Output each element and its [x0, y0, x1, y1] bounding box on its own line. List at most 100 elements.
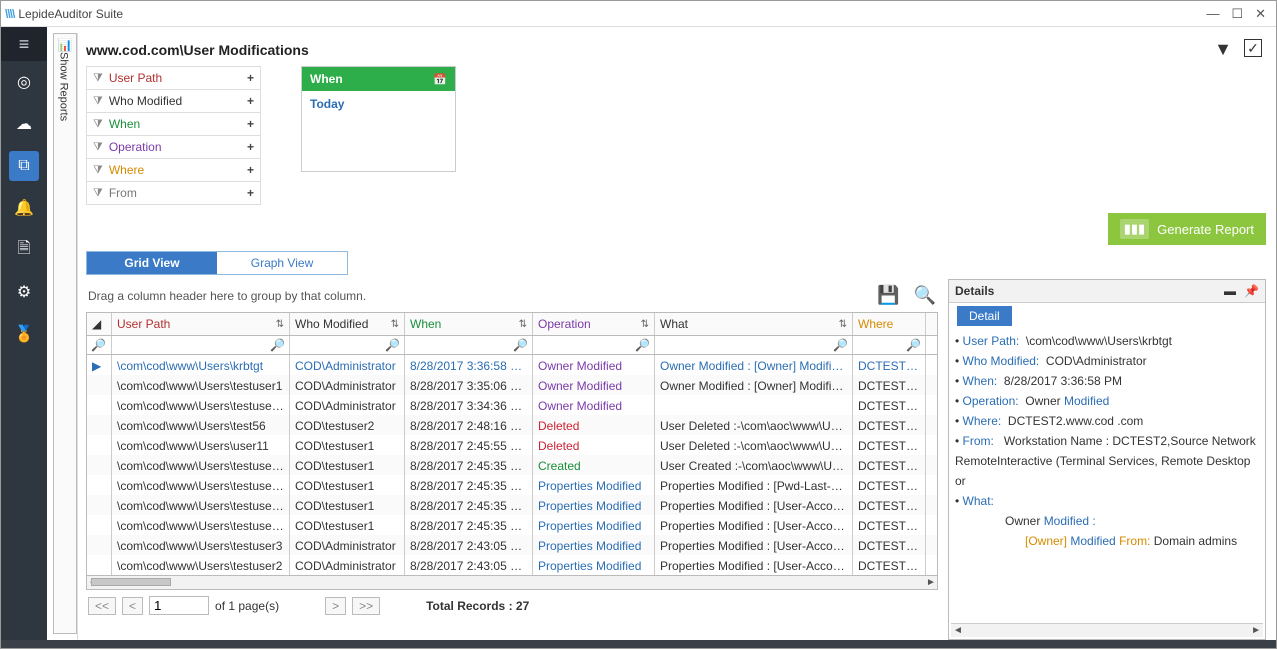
search-cell[interactable]: 🔎	[853, 336, 926, 354]
filter-where[interactable]: ⧩Where+	[86, 159, 261, 182]
rail-cloud-icon[interactable]: ☁	[9, 109, 39, 139]
filter-icon[interactable]: ▼	[1214, 39, 1232, 60]
col-operation[interactable]: Operation⇅	[533, 313, 655, 335]
tab-graph-view[interactable]: Graph View	[217, 252, 347, 274]
table-row[interactable]: \com\cod\www\Users\testuser11COD\Adminis…	[87, 395, 937, 415]
filter-when[interactable]: ⧩When+	[86, 113, 261, 136]
calendar-icon[interactable]: 📅	[433, 73, 447, 86]
search-icon: 🔎	[513, 338, 528, 352]
search-cell[interactable]: 🔎	[290, 336, 405, 354]
add-filter-icon[interactable]: +	[247, 71, 254, 85]
col-where[interactable]: Where	[853, 313, 926, 335]
pager-first-button[interactable]: <<	[88, 597, 116, 615]
search-cell[interactable]: 🔎	[87, 336, 112, 354]
funnel-icon: ⧩	[93, 72, 103, 85]
maximize-icon[interactable]: ☐	[1231, 6, 1243, 22]
row-selector	[87, 375, 112, 395]
scroll-left-icon: ◄	[953, 625, 963, 636]
hamburger-icon[interactable]: ≡	[1, 27, 47, 61]
generate-report-button[interactable]: ▮▮▮ Generate Report	[1108, 213, 1266, 245]
add-filter-icon[interactable]: +	[247, 94, 254, 108]
pager-prev-button[interactable]: <	[122, 597, 143, 615]
grid-header: ◢ User Path⇅ Who Modified⇅ When⇅ Operati…	[86, 312, 938, 336]
filter-operation[interactable]: ⧩Operation+	[86, 136, 261, 159]
cell-what: Properties Modified : [User-Account-C...	[655, 535, 853, 555]
col-who-modified[interactable]: Who Modified⇅	[290, 313, 405, 335]
rail-reports-icon[interactable]: ⧉	[9, 151, 39, 181]
add-filter-icon[interactable]: +	[247, 117, 254, 131]
table-row[interactable]: \com\cod\www\Users\testuser11COD\testuse…	[87, 515, 937, 535]
cell-what: User Created :-\com\aoc\www\Users...	[655, 455, 853, 475]
save-icon[interactable]: 💾	[877, 285, 899, 306]
add-filter-icon[interactable]: +	[247, 186, 254, 200]
filter-user-path[interactable]: ⧩ User Path +	[86, 67, 261, 90]
funnel-icon: ⧩	[93, 141, 103, 154]
search-cell[interactable]: 🔎	[533, 336, 655, 354]
cell-when: 8/28/2017 2:45:35 PM	[405, 515, 533, 535]
grid-body: ▶\com\cod\www\Users\krbtgtCOD\Administra…	[86, 355, 938, 576]
close-icon[interactable]: ✕	[1255, 6, 1266, 22]
rail-bell-icon[interactable]: 🔔	[9, 193, 39, 223]
table-row[interactable]: ▶\com\cod\www\Users\krbtgtCOD\Administra…	[87, 355, 937, 375]
cell-what: Owner Modified : [Owner] Modified Fro...	[655, 375, 853, 395]
table-row[interactable]: \com\cod\www\Users\testuser11COD\testuse…	[87, 455, 937, 475]
cell-user-path: \com\cod\www\Users\test56	[112, 415, 290, 435]
rail-target-icon[interactable]: ◎	[9, 67, 39, 97]
add-filter-icon[interactable]: +	[247, 140, 254, 154]
search-cell[interactable]: 🔎	[655, 336, 853, 354]
tab-grid-view[interactable]: Grid View	[87, 252, 217, 274]
search-icon[interactable]: 🔍	[914, 285, 936, 306]
cell-user-path: \com\cod\www\Users\testuser11	[112, 495, 290, 515]
filter-label: User Path	[109, 71, 162, 85]
table-row[interactable]: \com\cod\www\Users\testuser11COD\testuse…	[87, 495, 937, 515]
pager-page-input[interactable]	[149, 596, 209, 615]
cell-where: DCTEST2.www	[853, 515, 926, 535]
table-row[interactable]: \com\cod\www\Users\test56COD\testuser28/…	[87, 415, 937, 435]
search-icon: 🔎	[270, 338, 285, 352]
col-selector[interactable]: ◢	[87, 313, 112, 335]
when-card-title: When	[310, 72, 343, 86]
cell-user-path: \com\cod\www\Users\testuser3	[112, 535, 290, 555]
rail-badge-icon[interactable]: 🏅	[9, 319, 39, 349]
cell-user-path: \com\cod\www\Users\testuser1	[112, 375, 290, 395]
cell-when: 8/28/2017 3:34:36 PM	[405, 395, 533, 415]
cell-where: DCTEST2.www	[853, 535, 926, 555]
col-what[interactable]: What⇅	[655, 313, 853, 335]
status-bar	[1, 640, 1276, 648]
horizontal-scrollbar[interactable]: ◄ ►	[86, 576, 938, 590]
apply-check-icon[interactable]: ✓	[1244, 39, 1262, 57]
app-logo-icon: \\\\	[5, 7, 14, 21]
add-filter-icon[interactable]: +	[247, 163, 254, 177]
row-selector	[87, 495, 112, 515]
search-icon: 🔎	[833, 338, 848, 352]
details-pin-icon[interactable]: 📌	[1244, 284, 1259, 298]
col-user-path[interactable]: User Path⇅	[112, 313, 290, 335]
pager-last-button[interactable]: >>	[352, 597, 380, 615]
show-reports-label: Show Reports	[58, 52, 70, 121]
when-card-value[interactable]: Today	[302, 91, 455, 171]
cell-when: 8/28/2017 2:45:35 PM	[405, 455, 533, 475]
cell-when: 8/28/2017 2:43:05 PM	[405, 555, 533, 575]
rail-gear-icon[interactable]: ⚙	[9, 277, 39, 307]
details-horizontal-scrollbar[interactable]: ◄ ►	[951, 623, 1263, 637]
search-cell[interactable]: 🔎	[405, 336, 533, 354]
table-row[interactable]: \com\cod\www\Users\testuser1COD\Administ…	[87, 375, 937, 395]
col-when[interactable]: When⇅	[405, 313, 533, 335]
table-row[interactable]: \com\cod\www\Users\testuser3COD\Administ…	[87, 535, 937, 555]
cell-user-path: \com\cod\www\Users\testuser11	[112, 475, 290, 495]
table-row[interactable]: \com\cod\www\Users\testuser11COD\testuse…	[87, 475, 937, 495]
rail-doc-icon[interactable]: 🗎	[9, 235, 39, 265]
cell-where: DCTEST2.www	[853, 455, 926, 475]
minimize-icon[interactable]: —	[1206, 6, 1219, 22]
filter-from[interactable]: ⧩From+	[86, 182, 261, 205]
show-reports-tab[interactable]: 📊 Show Reports	[53, 33, 77, 634]
pager-next-button[interactable]: >	[325, 597, 346, 615]
cell-what: User Deleted :-\com\aoc\www\Users\...	[655, 435, 853, 455]
filter-who-modified[interactable]: ⧩Who Modified+	[86, 90, 261, 113]
details-minimize-icon[interactable]: ▬	[1224, 284, 1236, 298]
pager-total: Total Records : 27	[426, 599, 529, 613]
search-cell[interactable]: 🔎	[112, 336, 290, 354]
table-row[interactable]: \com\cod\www\Users\user11COD\testuser18/…	[87, 435, 937, 455]
when-filter-card: When 📅 Today	[301, 66, 456, 172]
table-row[interactable]: \com\cod\www\Users\testuser2COD\Administ…	[87, 555, 937, 575]
